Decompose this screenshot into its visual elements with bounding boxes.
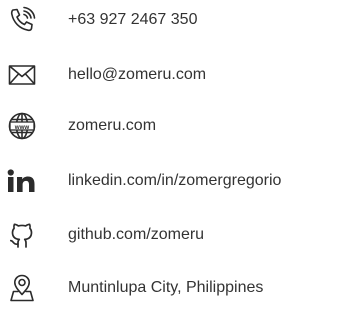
contact-item-location: Muntinlupa City, Philippines (0, 268, 362, 308)
phone-number: +63 927 2467 350 (68, 11, 198, 28)
contact-item-phone[interactable]: +63 927 2467 350 (0, 0, 362, 40)
contact-item-email[interactable]: hello@zomeru.com (0, 55, 362, 95)
mail-icon (4, 55, 40, 95)
contact-item-github[interactable]: github.com/zomeru (0, 215, 362, 255)
linkedin-link: linkedin.com/in/zomergregorio (68, 172, 282, 189)
contact-list: +63 927 2467 350 hello@zomeru.com www zo… (0, 0, 362, 327)
location-text: Muntinlupa City, Philippines (68, 279, 264, 296)
linkedin-icon (4, 161, 40, 201)
globe-icon: www (4, 106, 40, 146)
contact-item-website[interactable]: www zomeru.com (0, 106, 362, 146)
email-link: hello@zomeru.com (68, 66, 207, 83)
phone-icon (4, 0, 40, 40)
contact-item-linkedin[interactable]: linkedin.com/in/zomergregorio (0, 161, 362, 201)
website-link: zomeru.com (68, 117, 157, 134)
github-icon (4, 215, 40, 255)
location-pin-icon (4, 268, 40, 308)
svg-text:www: www (14, 124, 30, 131)
github-link: github.com/zomeru (68, 226, 205, 243)
